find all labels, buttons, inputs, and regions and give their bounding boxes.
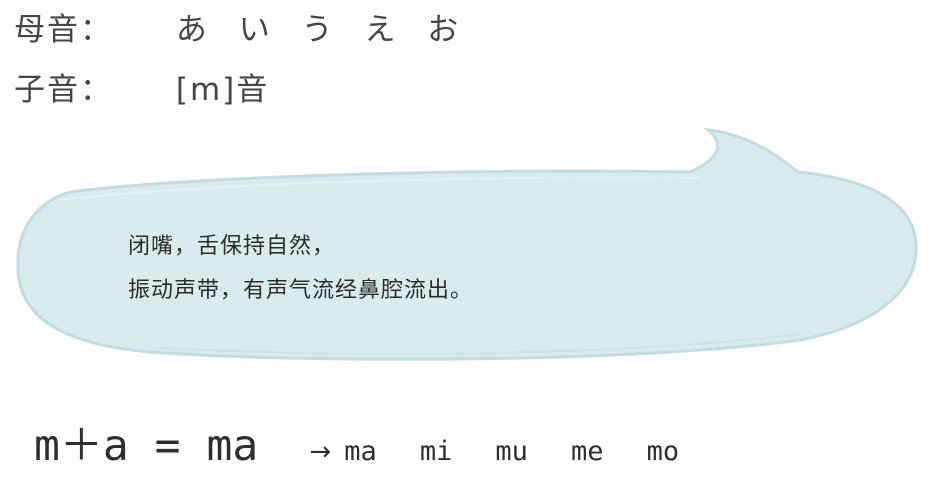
kana-i: い: [238, 12, 272, 48]
syllable-ma: ma: [344, 436, 377, 467]
consonant-value: [m]音: [175, 72, 270, 108]
kana-e: え: [364, 12, 398, 48]
vowels-row: 母音： あ い う え お: [14, 10, 478, 50]
syllable-mo: mo: [646, 436, 680, 467]
kana-u: う: [301, 12, 335, 48]
vowels-label: 母音：: [14, 12, 113, 48]
syllable-me: me: [571, 436, 604, 467]
consonant-row: 子音： [m]音: [14, 70, 269, 110]
syllable-mi: mi: [419, 436, 453, 467]
syllable-mu: mu: [495, 436, 528, 467]
speech-bubble: 闭嘴，舌保持自然， 振动声带，有声气流经鼻腔流出。: [0, 120, 933, 380]
consonant-label: 子音：: [14, 72, 113, 108]
formula-row: m＋a = ma → ma mi mu me mo: [34, 416, 717, 486]
kana-o: お: [427, 12, 461, 48]
formula-equation: m＋a = ma: [34, 421, 259, 471]
bubble-text-line-1: 闭嘴，舌保持自然，: [128, 234, 336, 259]
kana-a: あ: [175, 12, 209, 48]
bubble-text-line-2: 振动声带，有声气流经鼻腔流出。: [128, 278, 474, 303]
arrow-icon: →: [309, 437, 332, 467]
